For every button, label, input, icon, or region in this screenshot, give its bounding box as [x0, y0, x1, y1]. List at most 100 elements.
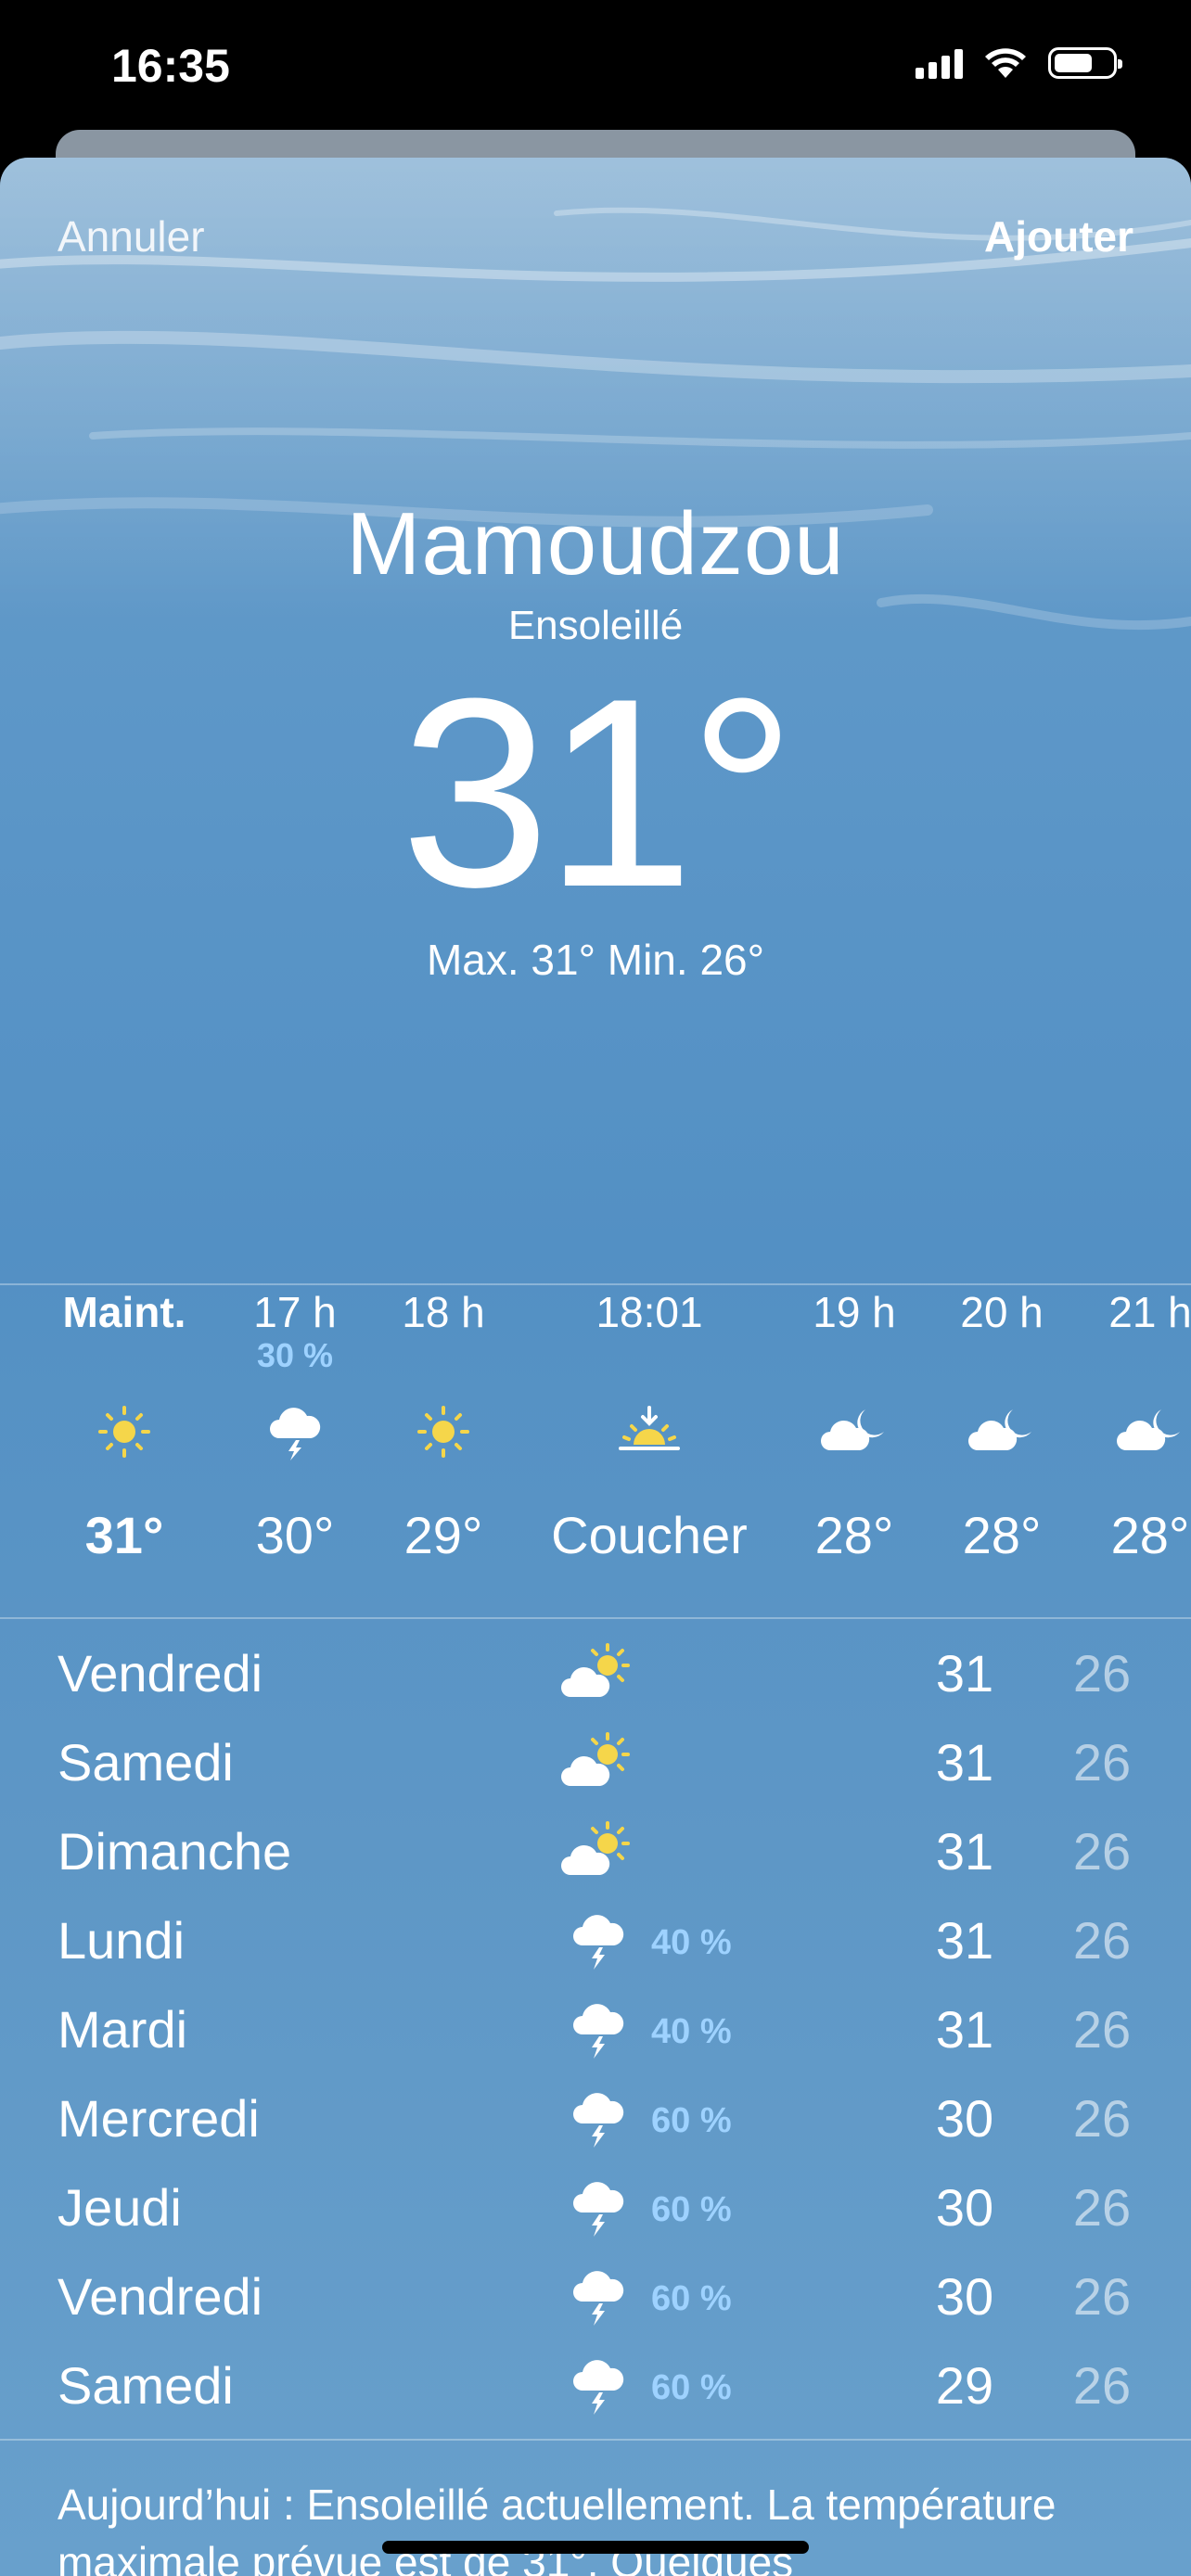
hour-precip — [538, 1340, 761, 1371]
daily-row: Jeudi 60 % 30 26 — [0, 2166, 1191, 2255]
hour-time: 19 h — [813, 1288, 896, 1336]
battery-icon — [1048, 47, 1122, 79]
daily-row: Mardi 40 % 31 26 — [0, 1988, 1191, 2077]
cloud-moon-icon — [1071, 1390, 1191, 1473]
thunder-cloud-icon — [557, 1988, 640, 2072]
day-high: 31 — [935, 1733, 994, 1792]
day-high: 30 — [935, 2178, 994, 2237]
day-precip: 60 % — [651, 2101, 732, 2140]
day-name: Vendredi — [58, 1644, 263, 1702]
thunder-cloud-icon — [557, 1899, 640, 1983]
hourly-item: 18 h 29° — [365, 1284, 522, 1565]
day-low: 26 — [1072, 1644, 1132, 1702]
hour-precip: 30 % — [256, 1336, 334, 1374]
thunder-cloud-icon — [216, 1390, 374, 1473]
daily-row: Vendredi 60 % 30 26 — [0, 2255, 1191, 2344]
hourly-item: 20 h 28° — [923, 1284, 1081, 1565]
day-name: Mardi — [58, 2000, 188, 2059]
hour-temp: 31° — [84, 1506, 164, 1564]
daily-forecast: Vendredi 31 26 Samedi 31 26 Dimanche 31 — [0, 1632, 1191, 2433]
hourly-item: 19 h 28° — [775, 1284, 933, 1565]
sun-icon — [45, 1390, 203, 1473]
sunset-icon — [538, 1390, 761, 1473]
hour-precip — [365, 1340, 522, 1371]
thunder-cloud-icon — [557, 2255, 640, 2339]
day-low: 26 — [1072, 1822, 1132, 1881]
hour-precip — [775, 1340, 933, 1371]
daily-row: Mercredi 60 % 30 26 — [0, 2077, 1191, 2166]
day-name: Jeudi — [58, 2178, 182, 2237]
day-high: 30 — [935, 2089, 994, 2148]
daily-row: Dimanche 31 26 — [0, 1810, 1191, 1899]
day-name: Lundi — [58, 1911, 186, 1970]
partly-sunny-icon — [557, 1721, 640, 1804]
day-precip: 60 % — [651, 2279, 732, 2318]
day-precip: 60 % — [651, 2190, 732, 2229]
sun-icon — [365, 1390, 522, 1473]
daily-row: Lundi 40 % 31 26 — [0, 1899, 1191, 1988]
daily-row: Samedi 31 26 — [0, 1721, 1191, 1810]
day-low: 26 — [1072, 1733, 1132, 1792]
current-temperature: 31° — [400, 643, 797, 943]
day-precip: 60 % — [651, 2368, 732, 2407]
hour-time: 21 h — [1108, 1288, 1191, 1336]
hour-temp: 30° — [255, 1506, 335, 1564]
status-bar: 16:35 — [0, 0, 1191, 139]
hour-precip — [923, 1340, 1081, 1371]
hourly-item: 17 h 30 % 30° — [216, 1284, 374, 1565]
day-low: 26 — [1072, 1911, 1132, 1970]
hour-time: 20 h — [960, 1288, 1044, 1336]
day-high: 30 — [935, 2267, 994, 2326]
daily-row: Vendredi 31 26 — [0, 1632, 1191, 1721]
day-high: 31 — [935, 2000, 994, 2059]
hour-time: 17 h — [253, 1288, 337, 1336]
high-low: Max. 31° Min. 26° — [426, 936, 765, 984]
divider — [0, 2439, 1191, 2441]
day-low: 26 — [1072, 2178, 1132, 2237]
hour-temp: 28° — [962, 1506, 1042, 1564]
day-name: Mercredi — [58, 2089, 260, 2148]
day-low: 26 — [1072, 2089, 1132, 2148]
cancel-button[interactable]: Annuler — [58, 211, 205, 261]
day-low: 26 — [1072, 2267, 1132, 2326]
partly-sunny-icon — [557, 1632, 640, 1715]
day-name: Vendredi — [58, 2267, 263, 2326]
thunder-cloud-icon — [557, 2344, 640, 2428]
add-button[interactable]: Ajouter — [984, 211, 1133, 261]
hourly-item: 18:01 Coucher — [538, 1284, 761, 1565]
day-name: Dimanche — [58, 1822, 292, 1881]
day-low: 26 — [1072, 2000, 1132, 2059]
day-high: 31 — [935, 1644, 994, 1702]
thunder-cloud-icon — [557, 2077, 640, 2161]
day-high: 29 — [935, 2356, 994, 2415]
hourly-forecast[interactable]: Maint. 31° 17 h 30 % 30° 18 h 29° 18:01 — [0, 1284, 1191, 1655]
day-high: 31 — [935, 1822, 994, 1881]
hour-temp: 28° — [814, 1506, 894, 1564]
hour-temp: 29° — [403, 1506, 483, 1564]
day-name: Samedi — [58, 1733, 234, 1792]
hourly-item: Maint. 31° — [45, 1284, 203, 1565]
home-indicator[interactable] — [382, 2541, 809, 2554]
hour-time: Maint. — [62, 1288, 186, 1336]
hour-time: 18 h — [402, 1288, 485, 1336]
hour-precip — [1071, 1340, 1191, 1371]
day-precip: 40 % — [651, 2012, 732, 2051]
cloud-moon-icon — [775, 1390, 933, 1473]
daily-row: Samedi 60 % 29 26 — [0, 2344, 1191, 2433]
daily-summary: Aujourd’hui : Ensoleillé actuellement. L… — [58, 2480, 1057, 2576]
thunder-cloud-icon — [557, 2166, 640, 2250]
wifi-icon — [985, 48, 1026, 78]
weather-sheet: Annuler Ajouter Mamoudzou Ensoleillé 31°… — [0, 158, 1191, 2576]
day-high: 31 — [935, 1911, 994, 1970]
status-icons — [916, 46, 1122, 80]
city-name: Mamoudzou — [346, 494, 845, 593]
hour-temp: 28° — [1110, 1506, 1190, 1564]
day-precip: 40 % — [651, 1923, 732, 1962]
hourly-item: 21 h 28° — [1071, 1284, 1191, 1565]
hour-precip — [45, 1340, 203, 1371]
hour-temp: Coucher — [551, 1506, 748, 1564]
status-time: 16:35 — [111, 40, 230, 92]
cloud-moon-icon — [923, 1390, 1081, 1473]
day-low: 26 — [1072, 2356, 1132, 2415]
day-name: Samedi — [58, 2356, 234, 2415]
